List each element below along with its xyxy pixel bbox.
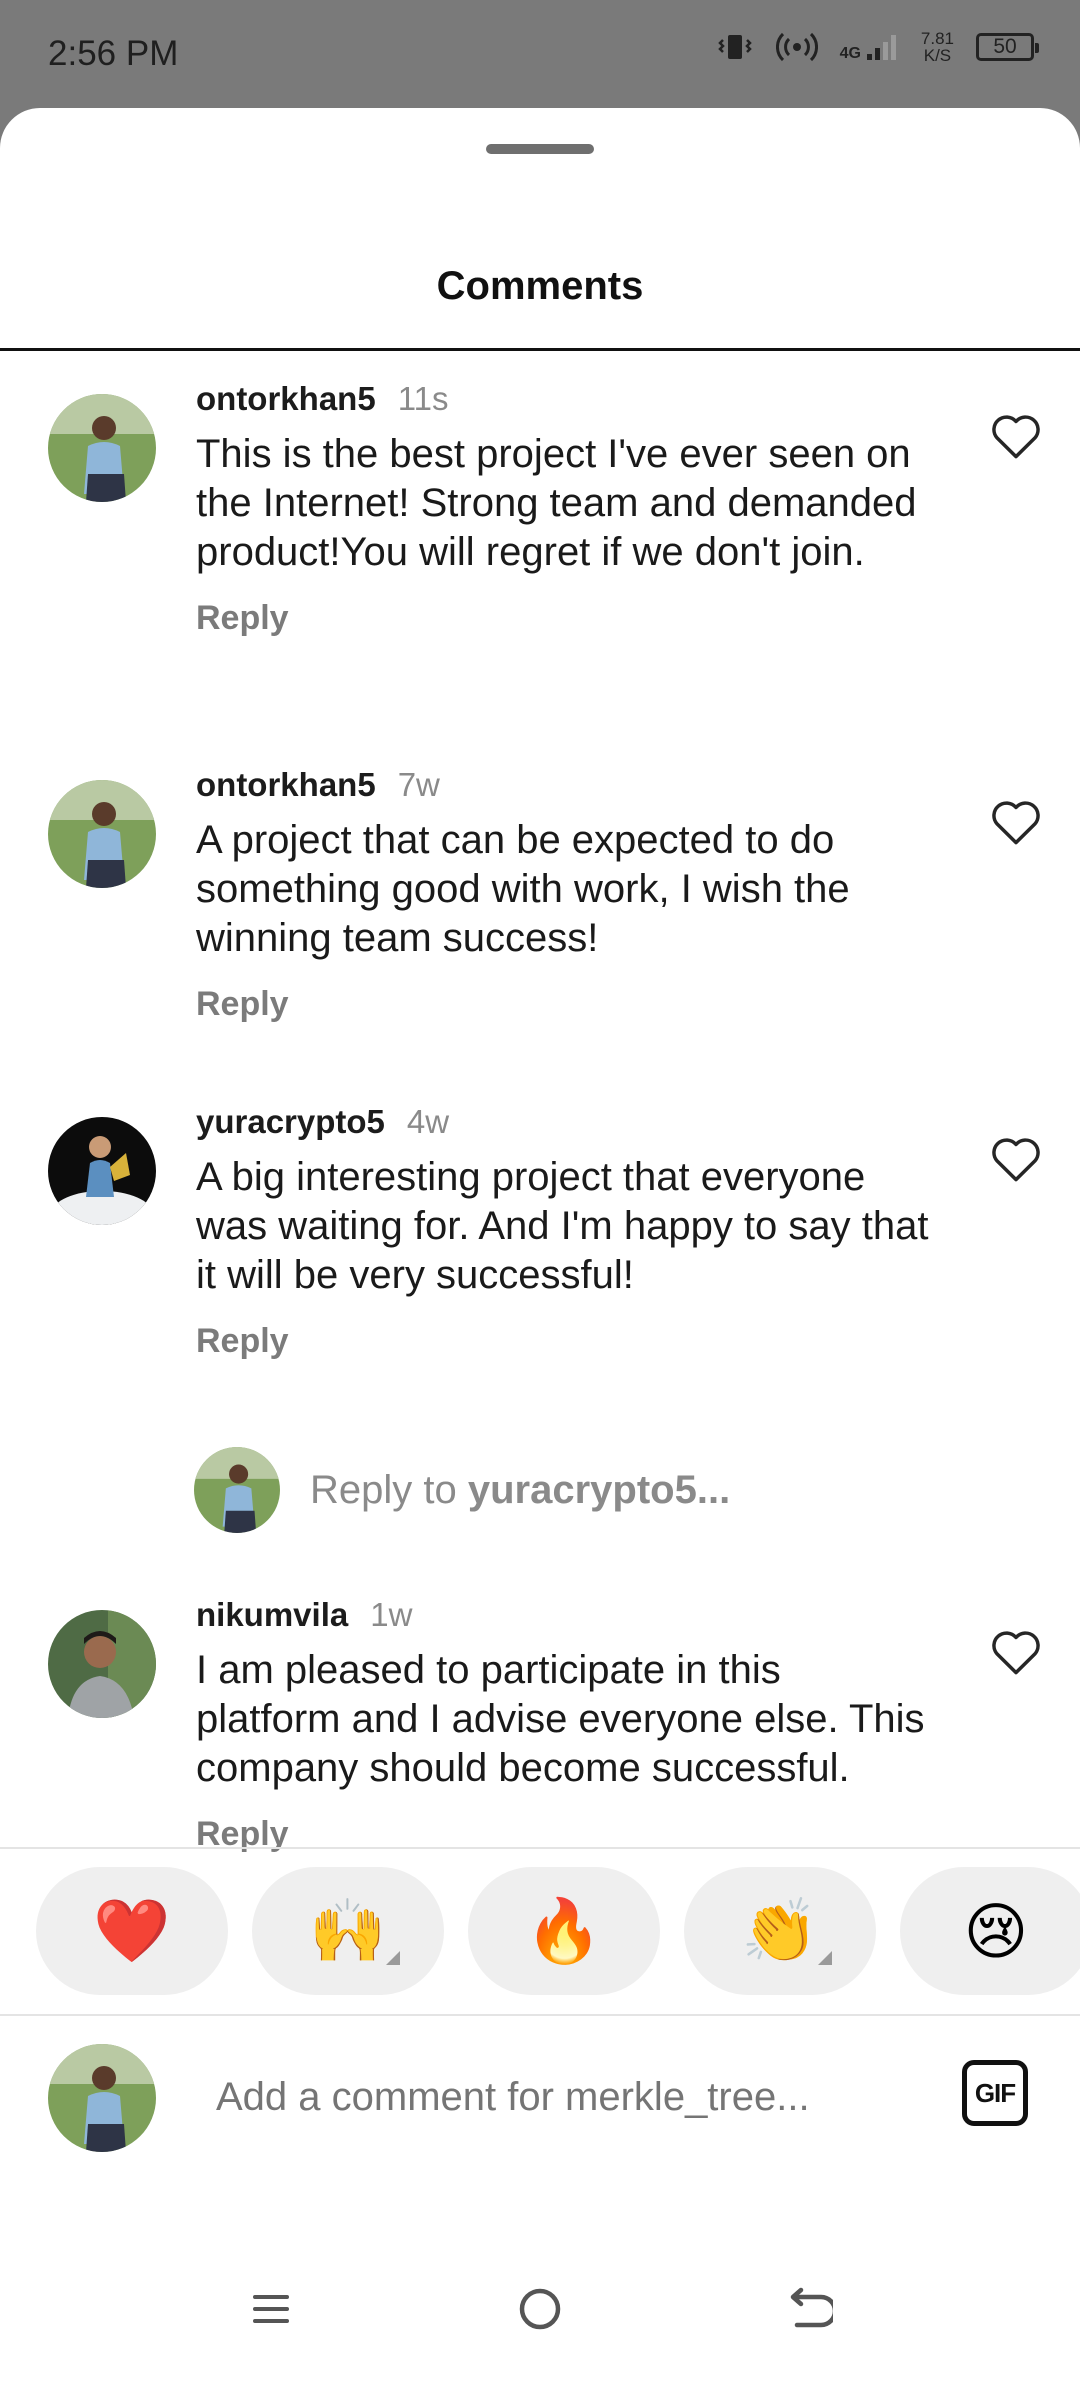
comments-sheet: Comments ontorkhan5 11s This is the best…: [0, 108, 1080, 2400]
composer-avatar: [48, 2044, 156, 2152]
reply-button[interactable]: Reply: [196, 1322, 936, 1361]
comment-input[interactable]: [216, 2075, 856, 2120]
comment-header: yuracrypto5 4w: [196, 1103, 936, 1141]
comment-text: A big interesting project that everyone …: [196, 1155, 929, 1297]
comment-username[interactable]: ontorkhan5: [196, 766, 376, 804]
reaction-clap-emoji: 👏: [741, 1896, 819, 1966]
comment-header: ontorkhan5 11s: [196, 380, 936, 418]
avatar[interactable]: [48, 1117, 156, 1225]
network-speed: 7.81 K/S: [921, 30, 954, 64]
comment-username[interactable]: nikumvila: [196, 1596, 348, 1634]
heart-icon[interactable]: [990, 1628, 1042, 1676]
comment-time: 7w: [397, 766, 440, 803]
home-circle-icon: [519, 2288, 561, 2330]
drag-handle[interactable]: [486, 144, 594, 154]
comment-time: 11s: [397, 380, 449, 417]
avatar[interactable]: [48, 394, 156, 502]
network-type-label: 4G: [839, 45, 861, 62]
reactions-divider: [0, 1847, 1080, 1849]
comment-time: 1w: [370, 1596, 413, 1633]
comment-body: ontorkhan5 11s This is the best project …: [196, 380, 936, 638]
comment-text: A project that can be expected to do som…: [196, 818, 850, 960]
system-nav-bar: [0, 2240, 1080, 2400]
comment-text: I am pleased to participate in this plat…: [196, 1648, 925, 1790]
reply-to-text: Reply to yuracrypto5...: [310, 1468, 730, 1513]
reaction-heart-button[interactable]: ❤️: [36, 1867, 228, 1995]
comment-header: nikumvila 1w: [196, 1596, 936, 1634]
status-icons: 4G 7.81 K/S 50: [716, 30, 1039, 64]
reply-button[interactable]: Reply: [196, 985, 936, 1024]
comment-username[interactable]: yuracrypto5: [196, 1103, 385, 1141]
heart-icon[interactable]: [990, 798, 1042, 846]
comment-time: 4w: [406, 1103, 450, 1140]
signal-icon: 4G: [840, 32, 899, 62]
avatar: [194, 1447, 280, 1533]
reaction-fire-emoji: 🔥: [525, 1896, 603, 1966]
battery-icon: 50: [976, 33, 1039, 61]
reply-to-username: yuracrypto5...: [467, 1468, 731, 1512]
skin-tone-indicator-icon: [818, 1951, 832, 1965]
composer-divider: [0, 2014, 1080, 2016]
title-divider: [0, 348, 1080, 351]
reaction-fire-button[interactable]: 🔥: [468, 1867, 660, 1995]
network-speed-unit: K/S: [923, 46, 952, 65]
hotspot-icon: [775, 32, 818, 62]
vibrate-icon: [717, 35, 752, 59]
heart-icon[interactable]: [990, 412, 1042, 460]
reaction-crying-emoji: 😢: [963, 1897, 1029, 1967]
comment-body: nikumvila 1w I am pleased to participate…: [196, 1596, 936, 1854]
home-button[interactable]: [505, 2274, 575, 2344]
avatar[interactable]: [48, 1610, 156, 1718]
reply-to-prefix: Reply to: [310, 1468, 468, 1512]
reply-to-prompt[interactable]: Reply to yuracrypto5...: [194, 1447, 1024, 1533]
sheet-title: Comments: [436, 264, 644, 308]
reply-button[interactable]: Reply: [196, 599, 936, 638]
avatar[interactable]: [48, 780, 156, 888]
comment-username[interactable]: ontorkhan5: [196, 380, 376, 418]
skin-tone-indicator-icon: [386, 1951, 400, 1965]
gif-label: GIF: [974, 2077, 1016, 2108]
comment-body: ontorkhan5 7w A project that can be expe…: [196, 766, 936, 1024]
reaction-raised-hands-emoji: 🙌: [309, 1896, 387, 1966]
gif-button[interactable]: GIF: [962, 2060, 1028, 2126]
reaction-raised-hands-button[interactable]: 🙌: [252, 1867, 444, 1995]
back-button[interactable]: [774, 2274, 844, 2344]
status-time: 2:56 PM: [48, 34, 179, 73]
reaction-heart-emoji: ❤️: [93, 1896, 171, 1966]
heart-icon[interactable]: [990, 1135, 1042, 1183]
back-icon: [790, 2287, 833, 2328]
quick-reactions-bar: ❤️ 🙌 🔥 👏 😢: [36, 1867, 1080, 1995]
recents-button[interactable]: [236, 2274, 306, 2344]
battery-level: 50: [993, 35, 1017, 58]
comment-header: ontorkhan5 7w: [196, 766, 936, 804]
status-bar: 2:56 PM 4G 7.81 K/S 50: [0, 0, 1080, 108]
comment-text: This is the best project I've ever seen …: [196, 432, 917, 574]
reaction-clap-button[interactable]: 👏: [684, 1867, 876, 1995]
comment-body: yuracrypto5 4w A big interesting project…: [196, 1103, 936, 1361]
reaction-crying-button[interactable]: 😢: [900, 1867, 1080, 1995]
menu-icon: [253, 2295, 289, 2323]
network-speed-value: 7.81: [920, 29, 954, 48]
